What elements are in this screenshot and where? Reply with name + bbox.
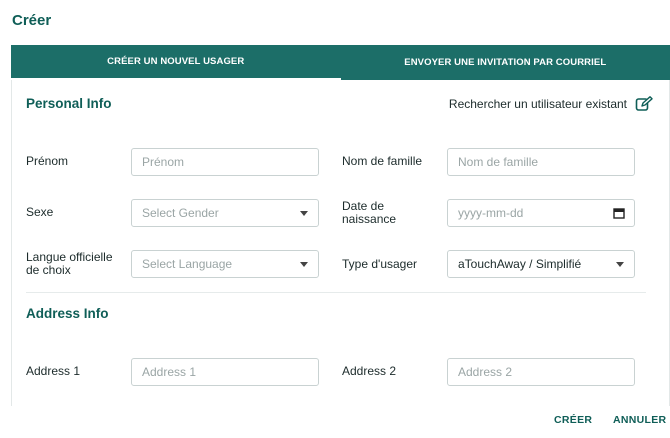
chevron-down-icon <box>300 262 308 267</box>
birth-date-input[interactable]: yyyy-mm-dd <box>447 199 635 227</box>
tab-bar: CRÉER UN NOUVEL USAGER ENVOYER UNE INVIT… <box>11 45 670 80</box>
cancel-button[interactable]: ANNULER <box>613 414 666 426</box>
gender-placeholder: Select Gender <box>142 206 219 220</box>
address2-input[interactable]: Address 2 <box>447 358 635 386</box>
user-type-label: Type d'usager <box>342 257 418 271</box>
gender-label: Sexe <box>26 205 54 219</box>
first-name-placeholder: Prénom <box>142 155 185 169</box>
chevron-down-icon <box>300 211 308 216</box>
calendar-icon[interactable] <box>613 207 625 219</box>
address-info-title: Address Info <box>26 306 109 321</box>
dialog-title: Créer <box>12 12 52 29</box>
tab-send-invitation[interactable]: ENVOYER UNE INVITATION PAR COURRIEL <box>341 45 670 80</box>
last-name-input[interactable]: Nom de famille <box>447 148 635 176</box>
last-name-placeholder: Nom de famille <box>458 155 539 169</box>
gender-select[interactable]: Select Gender <box>131 199 319 227</box>
address1-placeholder: Address 1 <box>142 365 197 379</box>
language-label: Langue officielle de choix <box>26 250 113 277</box>
create-button[interactable]: CRÉER <box>554 414 592 426</box>
user-type-select[interactable]: aTouchAway / Simplifié <box>447 250 635 278</box>
language-select[interactable]: Select Language <box>131 250 319 278</box>
language-placeholder: Select Language <box>142 257 233 271</box>
address2-placeholder: Address 2 <box>458 365 513 379</box>
address2-label: Address 2 <box>342 364 397 378</box>
last-name-label: Nom de famille <box>342 154 423 168</box>
address1-input[interactable]: Address 1 <box>131 358 319 386</box>
section-divider <box>26 292 646 293</box>
edit-icon <box>635 96 653 111</box>
chevron-down-icon <box>616 262 624 267</box>
first-name-input[interactable]: Prénom <box>131 148 319 176</box>
user-type-value: aTouchAway / Simplifié <box>458 257 582 271</box>
first-name-label: Prénom <box>26 154 69 168</box>
tab-create-user[interactable]: CRÉER UN NOUVEL USAGER <box>11 45 341 80</box>
birth-date-placeholder: yyyy-mm-dd <box>458 206 524 220</box>
search-existing-user-label: Rechercher un utilisateur existant <box>448 97 627 111</box>
search-existing-user-link[interactable]: Rechercher un utilisateur existant <box>449 96 653 112</box>
address1-label: Address 1 <box>26 364 81 378</box>
birth-date-label: Date de naissance <box>342 199 397 226</box>
personal-info-title: Personal Info <box>26 96 112 111</box>
form-panel: Personal Info Rechercher un utilisateur … <box>11 80 670 406</box>
